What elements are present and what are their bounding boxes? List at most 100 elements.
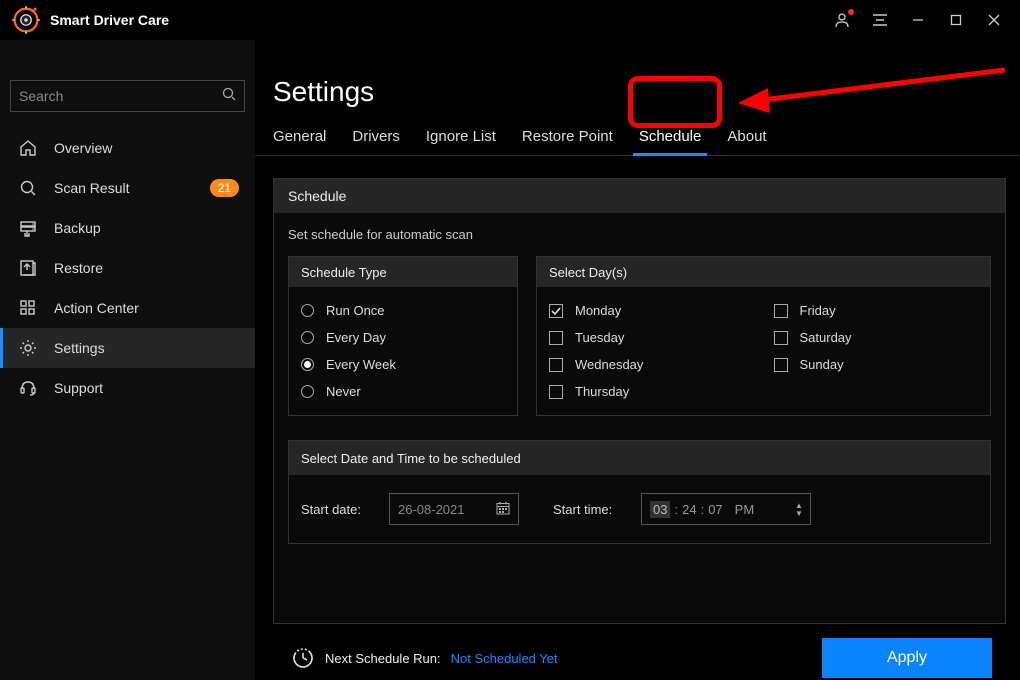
titlebar: Smart Driver Care (0, 0, 1020, 40)
gear-icon (18, 338, 38, 358)
sidebar-item-overview[interactable]: Overview (0, 128, 255, 168)
time-second[interactable]: 07 (708, 502, 722, 517)
sidebar-item-label: Backup (54, 220, 101, 236)
hamburger-menu-icon[interactable] (862, 5, 898, 35)
checkbox-label: Monday (575, 303, 621, 318)
checkbox-label: Wednesday (575, 357, 643, 372)
radio-icon (301, 304, 314, 317)
checkbox-label: Saturday (800, 330, 852, 345)
checkbox-monday[interactable]: Monday (549, 297, 754, 324)
sidebar-item-restore[interactable]: Restore (0, 248, 255, 288)
grid-icon (18, 298, 38, 318)
spinner-down-icon[interactable]: ▼ (794, 510, 804, 516)
schedule-description: Set schedule for automatic scan (288, 227, 991, 242)
backup-icon (18, 218, 38, 238)
checkbox-icon (549, 358, 563, 372)
page-title: Settings (273, 76, 1020, 108)
search-box[interactable] (10, 80, 245, 112)
start-date-label: Start date: (301, 502, 373, 517)
sidebar-item-backup[interactable]: Backup (0, 208, 255, 248)
radio-icon (301, 385, 314, 398)
checkbox-label: Sunday (800, 357, 844, 372)
home-icon (18, 138, 38, 158)
tab-restore-point[interactable]: Restore Point (522, 122, 613, 155)
radio-every-day[interactable]: Every Day (301, 324, 505, 351)
sidebar-item-settings[interactable]: Settings (0, 328, 255, 368)
checkbox-icon (774, 304, 788, 318)
sidebar-item-label: Restore (54, 260, 103, 276)
clock-icon (291, 646, 315, 670)
minimize-button[interactable] (900, 5, 936, 35)
radio-run-once[interactable]: Run Once (301, 297, 505, 324)
datetime-box: Select Date and Time to be scheduled Sta… (288, 440, 991, 544)
checkbox-friday[interactable]: Friday (774, 297, 979, 324)
sidebar-item-label: Scan Result (54, 180, 129, 196)
search-icon (222, 87, 236, 106)
schedule-type-title: Schedule Type (289, 257, 517, 287)
tab-ignore-list[interactable]: Ignore List (426, 122, 496, 155)
time-hour[interactable]: 03 (650, 501, 670, 518)
next-run-value: Not Scheduled Yet (451, 651, 558, 666)
sidebar-item-scan-result[interactable]: Scan Result 21 (0, 168, 255, 208)
main-content: Settings General Drivers Ignore List Restor… (255, 40, 1020, 680)
footer: Next Schedule Run: Not Scheduled Yet App… (291, 638, 992, 678)
radio-label: Never (326, 384, 361, 399)
tab-about[interactable]: About (727, 122, 766, 155)
datetime-title: Select Date and Time to be scheduled (289, 441, 990, 475)
radio-never[interactable]: Never (301, 378, 505, 405)
radio-icon (301, 358, 314, 371)
panel-title: Schedule (274, 179, 1005, 213)
spinner-up-icon[interactable]: ▲ (794, 502, 804, 508)
checkbox-icon (549, 385, 563, 399)
sidebar-item-label: Overview (54, 140, 112, 156)
sidebar-badge: 21 (210, 179, 239, 197)
radio-every-week[interactable]: Every Week (301, 351, 505, 378)
time-minute[interactable]: 24 (682, 502, 696, 517)
checkbox-icon (774, 358, 788, 372)
settings-tabs: General Drivers Ignore List Restore Point Sc… (255, 122, 1020, 156)
radio-label: Every Day (326, 330, 386, 345)
start-time-label: Start time: (553, 502, 625, 517)
schedule-panel: Schedule Set schedule for automatic scan… (273, 178, 1006, 624)
start-time-input[interactable]: 03 : 24 : 07 PM ▲ ▼ (641, 493, 811, 525)
apply-button[interactable]: Apply (822, 638, 992, 678)
tab-drivers[interactable]: Drivers (352, 122, 400, 155)
sidebar-item-action-center[interactable]: Action Center (0, 288, 255, 328)
checkbox-label: Friday (800, 303, 836, 318)
sidebar-item-label: Support (54, 380, 103, 396)
sidebar-item-label: Action Center (54, 300, 139, 316)
restore-icon (18, 258, 38, 278)
sidebar: Overview Scan Result 21 Backup Restore Action… (0, 40, 255, 680)
radio-label: Run Once (326, 303, 385, 318)
checkbox-tuesday[interactable]: Tuesday (549, 324, 754, 351)
next-run-label: Next Schedule Run: (325, 651, 441, 666)
app-title: Smart Driver Care (50, 12, 824, 28)
start-date-input[interactable]: 26-08-2021 (389, 493, 519, 525)
notification-dot-icon (848, 9, 854, 15)
checkbox-icon (549, 304, 563, 318)
schedule-type-box: Schedule Type Run Once Every Day Every Wee… (288, 256, 518, 416)
radio-icon (301, 331, 314, 344)
app-logo-icon (12, 6, 40, 34)
select-days-title: Select Day(s) (537, 257, 990, 287)
radio-label: Every Week (326, 357, 396, 372)
sidebar-item-support[interactable]: Support (0, 368, 255, 408)
calendar-icon[interactable] (496, 501, 510, 518)
close-button[interactable] (976, 5, 1012, 35)
checkbox-label: Thursday (575, 384, 629, 399)
checkbox-saturday[interactable]: Saturday (774, 324, 979, 351)
sidebar-item-label: Settings (54, 340, 105, 356)
user-account-icon[interactable] (824, 5, 860, 35)
checkbox-icon (774, 331, 788, 345)
headset-icon (18, 378, 38, 398)
checkbox-thursday[interactable]: Thursday (549, 378, 754, 405)
maximize-button[interactable] (938, 5, 974, 35)
search-icon (18, 178, 38, 198)
tab-schedule[interactable]: Schedule (639, 122, 702, 155)
checkbox-icon (549, 331, 563, 345)
time-ampm[interactable]: PM (735, 502, 755, 517)
checkbox-sunday[interactable]: Sunday (774, 351, 979, 378)
tab-general[interactable]: General (273, 122, 326, 155)
checkbox-wednesday[interactable]: Wednesday (549, 351, 754, 378)
search-input[interactable] (19, 88, 222, 104)
